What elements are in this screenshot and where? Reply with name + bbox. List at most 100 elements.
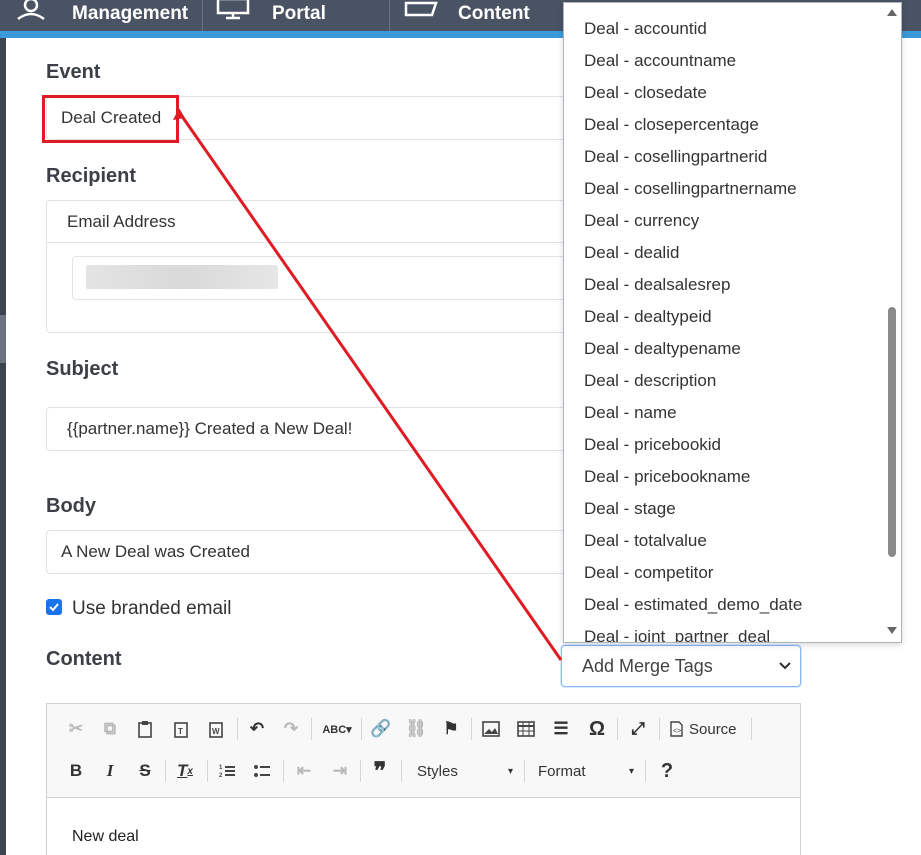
body-input[interactable]: A New Deal was Created xyxy=(46,530,606,574)
unlink-icon[interactable]: ⛓ xyxy=(402,716,430,742)
nav-item-content[interactable]: Content xyxy=(404,0,530,31)
dropdown-scrollbar[interactable] xyxy=(884,3,901,642)
link-icon[interactable]: 🔗 xyxy=(367,716,395,742)
rich-text-editor: ✂ ⧉ T W ↶ ↷ ABC▾ 🔗 ⛓ ⚑ ☰ Ω ⤢ <> Source B… xyxy=(46,703,801,855)
editor-content[interactable]: New deal xyxy=(72,828,139,846)
blockquote-icon[interactable]: ❞ xyxy=(366,758,394,785)
event-label: Event xyxy=(46,61,101,83)
indent-icon[interactable]: ⇥ xyxy=(326,758,354,784)
svg-text:T: T xyxy=(178,727,183,736)
format-dropdown[interactable]: Format ▾ xyxy=(538,758,638,784)
strikethrough-icon[interactable]: S xyxy=(131,758,159,784)
help-icon[interactable]: ? xyxy=(653,758,681,784)
merge-tag-option[interactable]: Deal - cosellingpartnerid xyxy=(564,141,884,173)
merge-tag-option[interactable]: Deal - joint_partner_deal xyxy=(564,621,884,642)
horizontal-rule-icon[interactable]: ☰ xyxy=(547,716,575,742)
merge-tag-option[interactable]: Deal - closepercentage xyxy=(564,109,884,141)
nav-item-label: Portal xyxy=(272,2,326,24)
merge-tag-option[interactable]: Deal - dealsalesrep xyxy=(564,269,884,301)
chevron-down-icon xyxy=(779,662,791,670)
nav-item-label: Management xyxy=(72,2,189,24)
left-sidebar-edge xyxy=(0,38,6,855)
merge-tag-option[interactable]: Deal - dealtypeid xyxy=(564,301,884,333)
branded-email-label: Use branded email xyxy=(72,598,232,619)
merge-tag-option[interactable]: Deal - description xyxy=(564,365,884,397)
toolbar-separator xyxy=(471,718,472,740)
redacted-email xyxy=(86,265,278,289)
paste-word-icon[interactable]: W xyxy=(202,716,230,742)
bold-icon[interactable]: B xyxy=(62,758,90,784)
image-icon[interactable] xyxy=(477,716,505,742)
toolbar-separator xyxy=(311,718,312,740)
nav-item-management[interactable]: Management xyxy=(14,0,188,31)
merge-tag-option[interactable]: Deal - estimated_demo_date xyxy=(564,589,884,621)
body-label: Body xyxy=(46,495,96,517)
format-label: Format xyxy=(538,762,586,780)
toolbar-separator xyxy=(401,760,402,782)
cut-icon[interactable]: ✂ xyxy=(62,716,90,742)
merge-tags-select[interactable]: Add Merge Tags xyxy=(561,645,801,687)
merge-tag-option[interactable]: Deal - pricebookname xyxy=(564,461,884,493)
bulleted-list-icon[interactable] xyxy=(248,758,276,784)
recipient-type-select[interactable]: Email Address xyxy=(47,201,607,243)
caret-down-icon: ▾ xyxy=(507,765,513,777)
italic-icon[interactable]: I xyxy=(96,758,124,784)
numbered-list-icon[interactable]: 12 xyxy=(213,758,241,784)
merge-tags-dropdown[interactable]: Deal - accountid Deal - accountname Deal -… xyxy=(563,2,902,643)
toolbar-separator xyxy=(283,760,284,782)
svg-text:1: 1 xyxy=(219,765,223,771)
merge-tag-option[interactable]: Deal - accountname xyxy=(564,45,884,77)
merge-tag-option[interactable]: Deal - name xyxy=(564,397,884,429)
caret-down-icon: ▾ xyxy=(628,765,634,777)
recipient-type-value: Email Address xyxy=(67,211,176,231)
nav-item-portal[interactable]: Portal xyxy=(216,0,326,31)
check-icon xyxy=(49,603,59,612)
merge-tag-option[interactable]: Deal - competitor xyxy=(564,557,884,589)
toolbar-separator xyxy=(617,718,618,740)
svg-text:W: W xyxy=(212,727,220,736)
scrollbar-thumb[interactable] xyxy=(888,307,896,557)
subject-value: {{partner.name}} Created a New Deal! xyxy=(67,419,353,438)
subject-input[interactable]: {{partner.name}} Created a New Deal! xyxy=(46,407,606,451)
merge-tag-option[interactable]: Deal - accountid xyxy=(564,13,884,45)
anchor-flag-icon[interactable]: ⚑ xyxy=(437,716,465,742)
merge-tag-option[interactable]: Deal - dealtypename xyxy=(564,333,884,365)
folder-icon xyxy=(404,1,438,16)
merge-tags-value: Add Merge Tags xyxy=(582,655,713,676)
toolbar-separator xyxy=(659,718,660,740)
merge-tag-option[interactable]: Deal - cosellingpartnername xyxy=(564,173,884,205)
redo-icon[interactable]: ↷ xyxy=(277,716,305,742)
paste-text-icon[interactable]: T xyxy=(167,716,195,742)
maximize-icon[interactable]: ⤢ xyxy=(624,716,652,742)
user-icon xyxy=(17,0,45,20)
paste-icon[interactable] xyxy=(131,716,159,742)
merge-tag-option[interactable]: Deal - closedate xyxy=(564,77,884,109)
toolbar-separator xyxy=(360,760,361,782)
scroll-up-icon[interactable] xyxy=(887,9,897,16)
merge-tag-option[interactable]: Deal - stage xyxy=(564,493,884,525)
table-icon[interactable] xyxy=(512,716,540,742)
outdent-icon[interactable]: ⇤ xyxy=(290,758,318,784)
merge-tag-option[interactable]: Deal - totalvalue xyxy=(564,525,884,557)
branded-email-checkbox[interactable] xyxy=(46,599,62,615)
merge-tag-option[interactable]: Deal - dealid xyxy=(564,237,884,269)
toolbar-separator xyxy=(237,718,238,740)
scroll-down-icon[interactable] xyxy=(887,627,897,634)
svg-text:2: 2 xyxy=(219,773,223,779)
nav-divider xyxy=(389,0,390,31)
merge-tag-option[interactable]: Deal - currency xyxy=(564,205,884,237)
copy-icon[interactable]: ⧉ xyxy=(96,716,124,742)
source-icon: <> xyxy=(670,721,683,737)
merge-tags-list: Deal - accountid Deal - accountname Deal -… xyxy=(564,13,884,642)
svg-text:<>: <> xyxy=(673,728,681,735)
merge-tag-option[interactable]: Deal - pricebookid xyxy=(564,429,884,461)
source-button[interactable]: <> Source xyxy=(670,716,737,742)
undo-icon[interactable]: ↶ xyxy=(243,716,271,742)
remove-format-icon[interactable]: Tx xyxy=(171,758,199,784)
styles-dropdown[interactable]: Styles ▾ xyxy=(417,758,517,784)
recipient-label: Recipient xyxy=(46,165,137,187)
nav-divider xyxy=(202,0,203,31)
nav-item-label: Content xyxy=(458,2,530,24)
spellcheck-icon[interactable]: ABC▾ xyxy=(319,716,355,742)
special-char-icon[interactable]: Ω xyxy=(583,716,611,742)
